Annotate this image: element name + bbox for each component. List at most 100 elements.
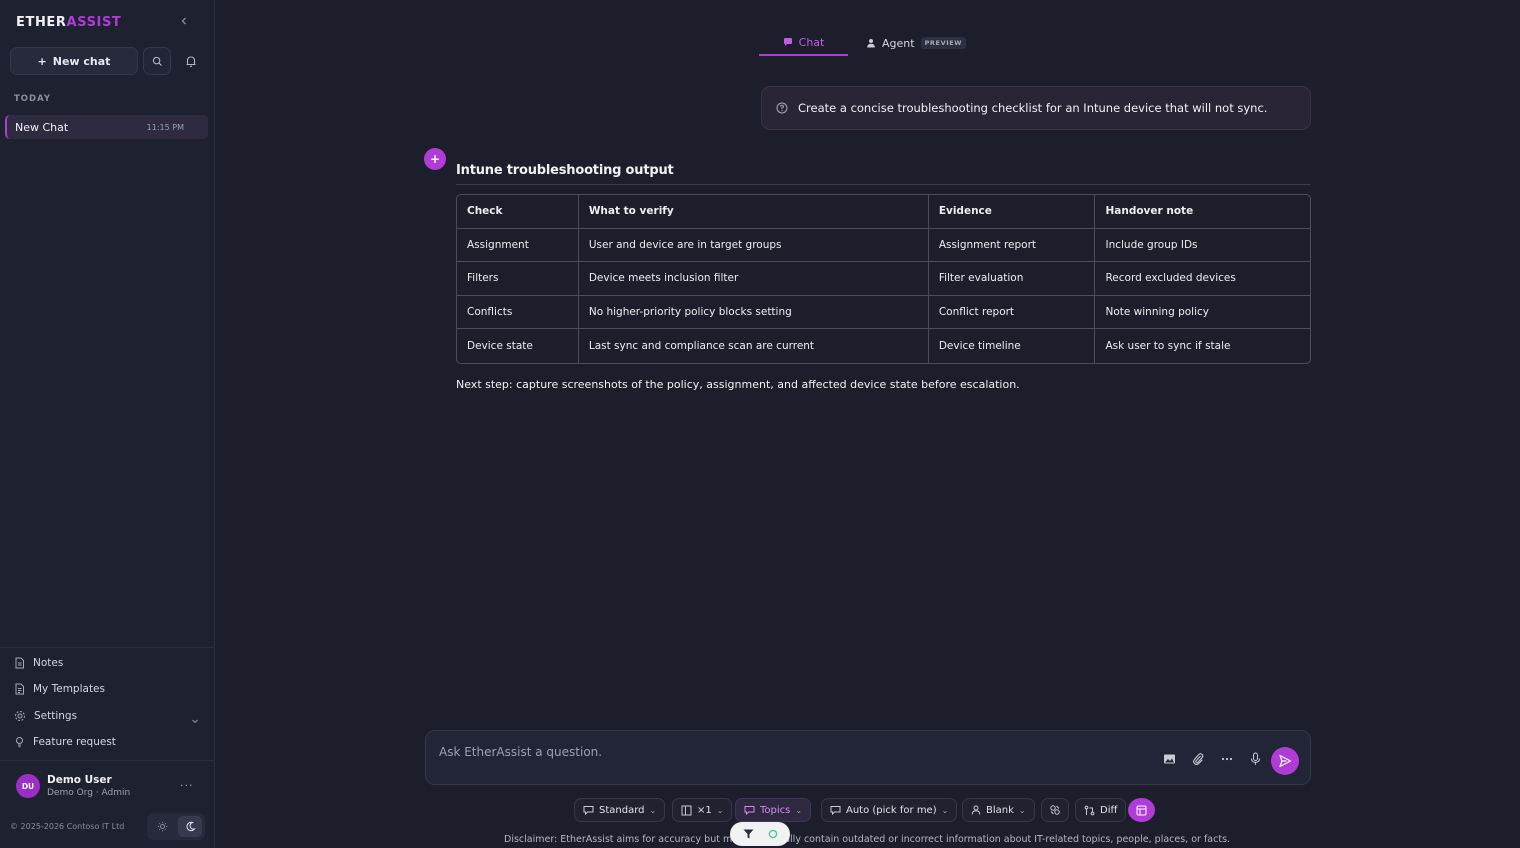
tab-chat[interactable]: Chat: [759, 30, 848, 56]
bell-icon: [186, 55, 196, 67]
chevron-down-icon: ⌄: [795, 805, 803, 815]
nav-feature-label: Feature request: [33, 736, 116, 748]
table-cell: Include group IDs: [1095, 229, 1310, 263]
nav-notes-label: Notes: [33, 657, 64, 669]
response-mode-select[interactable]: Standard ⌄: [574, 798, 666, 822]
diff-icon: [1084, 805, 1095, 815]
divider: [456, 184, 1311, 185]
table-cell: Last sync and compliance scan are curren…: [579, 329, 929, 363]
disclaimer-text-left: Disclaimer: EtherAssist aims for accurac…: [504, 834, 733, 845]
panel-icon: [1136, 805, 1147, 815]
tools-icon: [1050, 805, 1060, 815]
microphone-button[interactable]: [1247, 751, 1263, 767]
attach-button[interactable]: [1190, 751, 1206, 767]
filter-icon: [743, 829, 753, 839]
model-label: Auto (pick for me): [846, 804, 937, 816]
chevron-down-icon: ⌄: [941, 805, 949, 815]
table-cell: Device meets inclusion filter: [578, 262, 929, 296]
send-button[interactable]: [1271, 747, 1299, 775]
collapse-sidebar-icon[interactable]: [179, 15, 189, 30]
user-name: Demo User: [47, 774, 112, 786]
avatar[interactable]: DU: [16, 774, 40, 798]
copyright: © 2025-2026 Contoso IT Ltd: [10, 822, 125, 831]
nav-settings[interactable]: Settings: [14, 710, 77, 722]
table-cell: Filters: [457, 262, 579, 296]
topics-label: Topics: [760, 804, 791, 816]
tab-chat-label: Chat: [798, 35, 825, 49]
template-icon: [15, 683, 24, 695]
chevron-down-icon: ⌄: [716, 805, 724, 815]
nav-settings-label: Settings: [34, 710, 78, 722]
persona-select[interactable]: Blank ⌄: [962, 798, 1035, 822]
persona-label: Blank: [986, 804, 1014, 816]
search-icon: [152, 56, 162, 66]
disclaimer: Disclaimer: EtherAssist aims for accurac…: [504, 834, 1230, 845]
search-button[interactable]: [143, 47, 171, 75]
more-options-button[interactable]: [1219, 751, 1235, 767]
section-header-today: TODAY: [14, 94, 51, 104]
table-header-row: Check What to verify Evidence Handover n…: [457, 195, 1310, 229]
table-header: Evidence: [928, 195, 1096, 229]
paperclip-icon: [1193, 753, 1204, 766]
image-icon: [1163, 754, 1175, 764]
disclaimer-text-right: ally contain outdated or incorrect infor…: [784, 834, 1231, 845]
table-cell: Device state: [457, 329, 579, 363]
table-row: Filters Device meets inclusion filter Fi…: [457, 262, 1310, 296]
table-cell: Assignment: [457, 228, 579, 263]
nav-notes[interactable]: Notes: [14, 657, 63, 669]
person-icon: [971, 805, 981, 815]
troubleshooting-table: Check What to verify Evidence Handover n…: [456, 194, 1311, 364]
sidebar: ETHERASSIST + New chat TODAY New Chat 11…: [0, 0, 215, 848]
dark-theme-button[interactable]: [178, 816, 202, 837]
chevron-down-icon[interactable]: [191, 710, 199, 729]
chat-time: 11:15 PM: [146, 122, 184, 132]
more-icon[interactable]: ···: [180, 779, 194, 792]
diff-button[interactable]: Diff: [1075, 798, 1127, 822]
message-input[interactable]: [439, 743, 1139, 761]
chat-bubble-icon: [744, 806, 755, 815]
table-cell: Filter evaluation: [928, 262, 1096, 296]
table-cell: User and device are in target groups: [578, 228, 929, 263]
table-cell: Conflict report: [928, 295, 1096, 330]
sun-icon: [157, 821, 167, 832]
notifications-button[interactable]: [177, 47, 205, 75]
topics-select[interactable]: Topics ⌄: [735, 798, 812, 822]
user-role: Demo Org · Admin: [47, 788, 131, 798]
table-row: Device state Last sync and compliance sc…: [457, 329, 1310, 363]
more-icon: [1221, 757, 1233, 761]
nav-my-templates[interactable]: My Templates: [14, 683, 105, 695]
composer: [425, 730, 1311, 785]
preview-badge: PREVIEW: [920, 37, 967, 49]
chevron-down-icon: ⌄: [1018, 805, 1026, 815]
floating-widget[interactable]: [730, 822, 790, 846]
user-prompt-text: Create a concise troubleshooting checkli…: [798, 101, 1268, 115]
divider: [0, 647, 215, 648]
table-row: Conflicts No higher-priority policy bloc…: [457, 295, 1310, 330]
gear-icon: [15, 711, 25, 721]
table-cell: No higher-priority policy blocks setting: [578, 295, 929, 330]
table-cell: Record excluded devices: [1095, 262, 1310, 296]
nav-templates-label: My Templates: [33, 683, 105, 695]
nav-feature-request[interactable]: Feature request: [14, 736, 116, 748]
tab-agent-label: Agent: [882, 36, 915, 50]
tools-button[interactable]: [1041, 798, 1069, 822]
response-mode-label: Standard: [599, 804, 645, 816]
chat-title: New Chat: [15, 120, 69, 134]
microphone-icon: [1250, 752, 1260, 765]
status-ring-icon: [768, 829, 777, 839]
image-button[interactable]: [1161, 751, 1177, 767]
send-icon: [1279, 754, 1292, 768]
table-header: Check: [457, 195, 579, 229]
new-chat-button[interactable]: + New chat: [10, 47, 138, 75]
user-message: Create a concise troubleshooting checkli…: [761, 86, 1311, 130]
layout-icon: [681, 805, 692, 815]
chat-bubble-icon: [783, 38, 792, 46]
response-count-select[interactable]: ×1 ⌄: [672, 798, 733, 822]
response-count-label: ×1: [697, 804, 712, 816]
tab-agent[interactable]: Agent PREVIEW: [866, 30, 967, 56]
chat-bubble-icon: [583, 806, 594, 815]
panel-button[interactable]: [1128, 798, 1155, 822]
model-select[interactable]: Auto (pick for me) ⌄: [821, 798, 958, 822]
chat-history-item[interactable]: New Chat 11:15 PM: [5, 115, 208, 139]
light-theme-button[interactable]: [150, 816, 174, 837]
